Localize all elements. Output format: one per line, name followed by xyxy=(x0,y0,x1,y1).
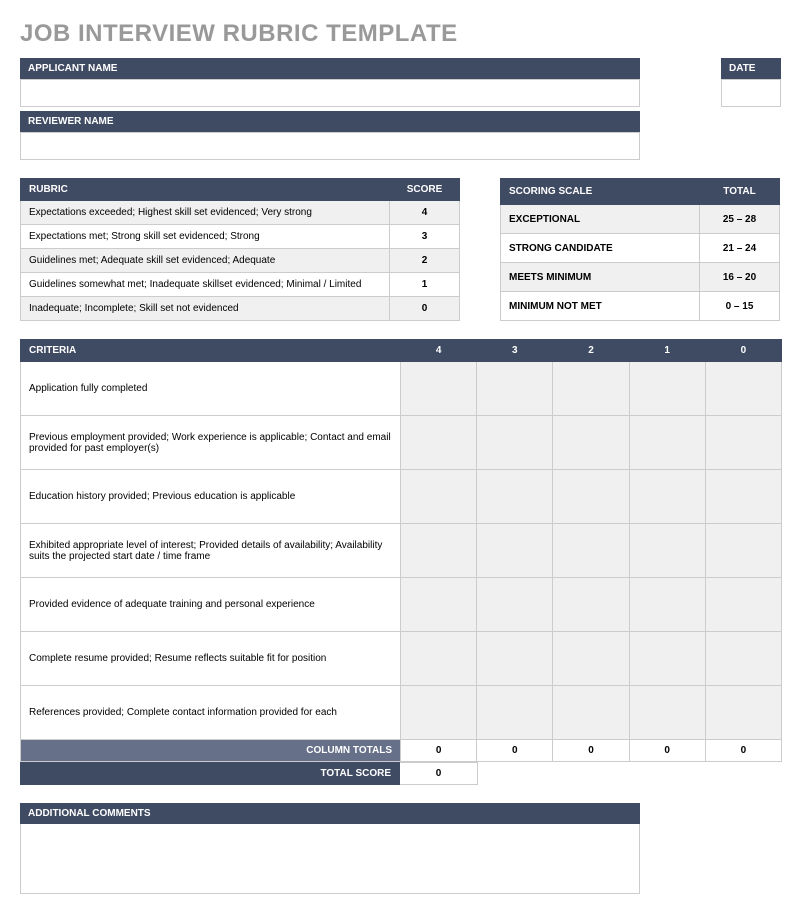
score-cell[interactable] xyxy=(705,686,781,740)
scoring-scale-header: SCORING SCALE xyxy=(501,179,700,205)
criteria-table: CRITERIA 4 3 2 1 0 Application fully com… xyxy=(20,339,782,762)
col0-header: 0 xyxy=(705,340,781,362)
table-row: EXCEPTIONAL25 – 28 xyxy=(501,205,780,234)
table-row: References provided; Complete contact in… xyxy=(21,686,782,740)
score-cell[interactable] xyxy=(477,632,553,686)
score-cell[interactable] xyxy=(553,362,629,416)
score-cell[interactable] xyxy=(705,632,781,686)
score-header: SCORE xyxy=(390,179,460,201)
score-cell[interactable] xyxy=(553,632,629,686)
score-cell[interactable] xyxy=(401,362,477,416)
total-score-row: TOTAL SCORE 0 xyxy=(20,762,478,785)
score-cell[interactable] xyxy=(401,524,477,578)
score-cell[interactable] xyxy=(705,416,781,470)
score-cell[interactable] xyxy=(477,578,553,632)
score-cell[interactable] xyxy=(629,524,705,578)
score-cell[interactable] xyxy=(629,578,705,632)
score-cell[interactable] xyxy=(629,362,705,416)
additional-comments-input[interactable] xyxy=(20,824,640,894)
col3-header: 3 xyxy=(477,340,553,362)
score-cell[interactable] xyxy=(629,632,705,686)
score-cell[interactable] xyxy=(629,416,705,470)
rubric-header: RUBRIC xyxy=(21,179,390,201)
applicant-name-input[interactable] xyxy=(20,79,640,107)
score-cell[interactable] xyxy=(401,632,477,686)
col1-header: 1 xyxy=(629,340,705,362)
column-totals-row: COLUMN TOTALS 0 0 0 0 0 xyxy=(21,740,782,762)
date-input[interactable] xyxy=(721,79,781,107)
table-row: Expectations met; Strong skill set evide… xyxy=(21,225,460,249)
table-row: Expectations exceeded; Highest skill set… xyxy=(21,201,460,225)
score-cell[interactable] xyxy=(705,578,781,632)
score-cell[interactable] xyxy=(477,524,553,578)
score-cell[interactable] xyxy=(553,416,629,470)
table-row: MINIMUM NOT MET0 – 15 xyxy=(501,292,780,321)
table-row: Education history provided; Previous edu… xyxy=(21,470,782,524)
score-cell[interactable] xyxy=(477,470,553,524)
table-row: STRONG CANDIDATE21 – 24 xyxy=(501,234,780,263)
score-cell[interactable] xyxy=(553,470,629,524)
reviewer-name-label: REVIEWER NAME xyxy=(20,111,640,132)
score-cell[interactable] xyxy=(553,686,629,740)
table-row: Complete resume provided; Resume reflect… xyxy=(21,632,782,686)
score-cell[interactable] xyxy=(401,686,477,740)
page-title: JOB INTERVIEW RUBRIC TEMPLATE xyxy=(20,20,781,48)
total-header: TOTAL xyxy=(700,179,780,205)
total-score-label: TOTAL SCORE xyxy=(20,762,400,785)
rubric-table: RUBRIC SCORE Expectations exceeded; High… xyxy=(20,178,460,321)
score-cell[interactable] xyxy=(401,416,477,470)
table-row: Inadequate; Incomplete; Skill set not ev… xyxy=(21,297,460,321)
score-cell[interactable] xyxy=(629,686,705,740)
score-cell[interactable] xyxy=(477,416,553,470)
table-row: Previous employment provided; Work exper… xyxy=(21,416,782,470)
criteria-header: CRITERIA xyxy=(21,340,401,362)
score-cell[interactable] xyxy=(705,524,781,578)
table-row: Application fully completed xyxy=(21,362,782,416)
score-cell[interactable] xyxy=(401,578,477,632)
reviewer-name-input[interactable] xyxy=(20,132,640,160)
total-score-value: 0 xyxy=(400,762,478,785)
col4-header: 4 xyxy=(401,340,477,362)
table-row: Guidelines somewhat met; Inadequate skil… xyxy=(21,273,460,297)
score-cell[interactable] xyxy=(629,470,705,524)
col2-header: 2 xyxy=(553,340,629,362)
additional-comments-label: ADDITIONAL COMMENTS xyxy=(20,803,640,824)
scoring-scale-table: SCORING SCALE TOTAL EXCEPTIONAL25 – 28 S… xyxy=(500,178,780,321)
table-row: Exhibited appropriate level of interest;… xyxy=(21,524,782,578)
score-cell[interactable] xyxy=(477,686,553,740)
score-cell[interactable] xyxy=(553,578,629,632)
score-cell[interactable] xyxy=(477,362,553,416)
score-cell[interactable] xyxy=(705,362,781,416)
column-totals-label: COLUMN TOTALS xyxy=(21,740,401,762)
date-label: DATE xyxy=(721,58,781,79)
table-row: MEETS MINIMUM16 – 20 xyxy=(501,263,780,292)
score-cell[interactable] xyxy=(553,524,629,578)
table-row: Guidelines met; Adequate skill set evide… xyxy=(21,249,460,273)
score-cell[interactable] xyxy=(401,470,477,524)
table-row: Provided evidence of adequate training a… xyxy=(21,578,782,632)
applicant-name-label: APPLICANT NAME xyxy=(20,58,640,79)
score-cell[interactable] xyxy=(705,470,781,524)
